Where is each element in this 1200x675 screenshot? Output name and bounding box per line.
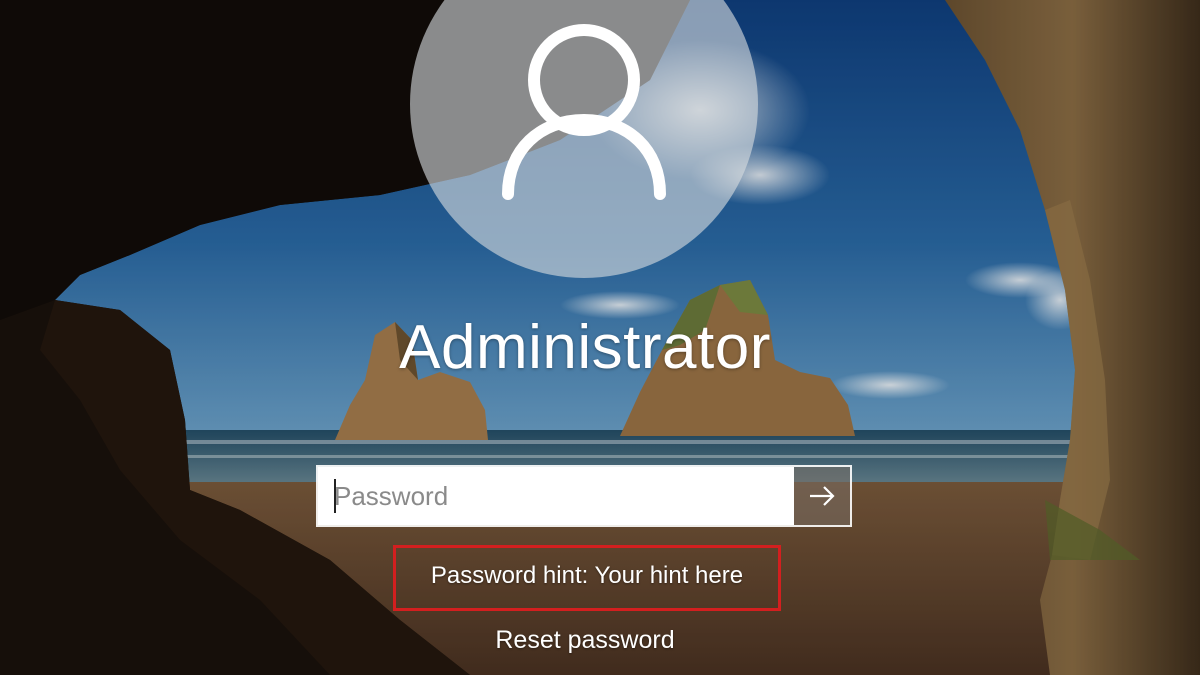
submit-button[interactable]	[794, 467, 850, 525]
reset-password-link[interactable]: Reset password	[420, 626, 750, 655]
lock-screen: Administrator Password hint: Your hint h…	[0, 0, 1200, 675]
password-hint: Password hint: Your hint here	[430, 562, 744, 589]
user-avatar	[410, 0, 758, 278]
password-field-group	[316, 465, 852, 527]
password-input[interactable]	[318, 467, 794, 525]
arrow-right-icon	[810, 486, 835, 506]
user-silhouette-icon	[502, 24, 666, 200]
text-cursor	[334, 479, 336, 513]
username-label: Administrator	[399, 313, 771, 382]
